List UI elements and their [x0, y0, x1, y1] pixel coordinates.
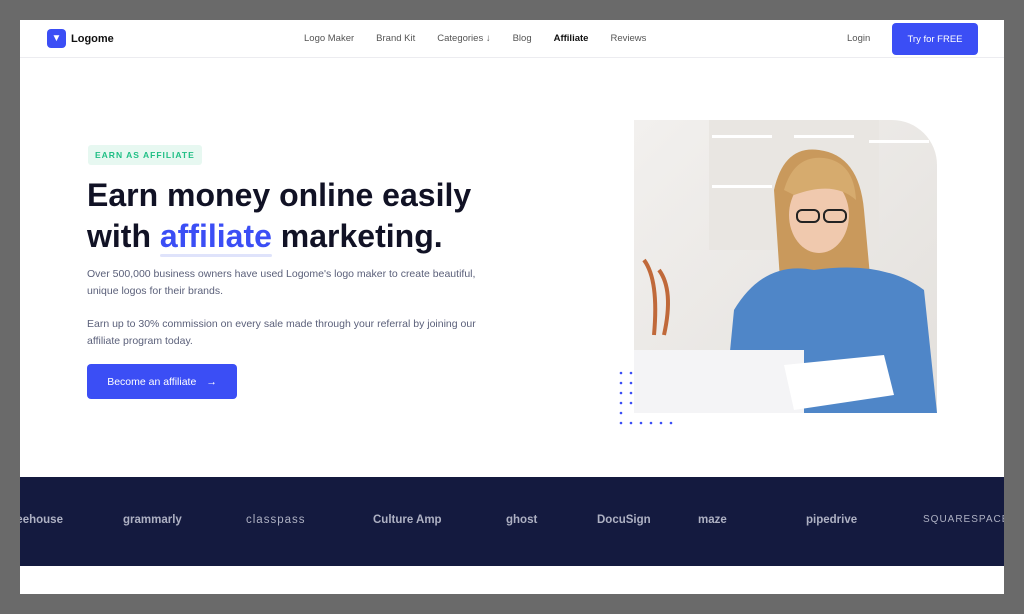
hero-photo: [634, 120, 937, 413]
title-highlight: affiliate: [159, 218, 272, 254]
logo-icon: ▼: [47, 29, 66, 48]
brand-treehouse: treehouse: [20, 514, 63, 526]
brand-classpass: classpass: [246, 514, 306, 526]
header: ▼ Logome Logo Maker Brand Kit Categories…: [20, 20, 1004, 58]
nav-logo-maker[interactable]: Logo Maker: [304, 33, 354, 44]
become-affiliate-button[interactable]: Become an affiliate →: [87, 364, 237, 399]
logo[interactable]: ▼ Logome: [47, 29, 114, 48]
arrow-right-icon: →: [206, 375, 217, 388]
nav-categories[interactable]: Categories ↓: [437, 33, 490, 44]
title-marketing: marketing.: [271, 218, 443, 254]
brand-culture-amp: Culture Amp: [373, 514, 442, 526]
nav-affiliate[interactable]: Affiliate: [554, 33, 589, 44]
hero-paragraph-2: Earn up to 30% commission on every sale …: [87, 318, 476, 347]
title-line-1: Earn money online easily: [87, 177, 472, 213]
login-link[interactable]: Login: [847, 33, 870, 44]
brand-ghost: ghost: [506, 514, 538, 526]
brand-grammarly: grammarly: [123, 514, 182, 526]
brand-logos: treehouse grammarly classpass Culture Am…: [20, 514, 1004, 526]
cta-label: Become an affiliate: [107, 375, 197, 388]
nav: Logo Maker Brand Kit Categories ↓ Blog A…: [304, 33, 646, 44]
try-free-button[interactable]: Try for FREE: [892, 23, 978, 55]
nav-brand-kit[interactable]: Brand Kit: [376, 33, 415, 44]
brand-logos-band: treehouse grammarly classpass Culture Am…: [20, 477, 1004, 566]
nav-blog[interactable]: Blog: [513, 33, 532, 44]
hero-paragraph-1: Over 500,000 business owners have used L…: [87, 268, 476, 297]
nav-reviews[interactable]: Reviews: [610, 33, 646, 44]
logo-text: Logome: [71, 32, 114, 45]
page: ▼ Logome Logo Maker Brand Kit Categories…: [20, 20, 1004, 594]
brand-pipedrive: pipedrive: [806, 514, 858, 526]
brand-maze: maze: [698, 514, 727, 526]
brand-docusign: DocuSign: [597, 514, 651, 526]
title-with: with: [87, 218, 160, 254]
hero-title: Earn money online easily with affiliate …: [87, 175, 507, 257]
brand-squarespace: SQUARESPACE: [923, 514, 1004, 525]
earn-badge: EARN AS AFFILIATE: [88, 145, 202, 165]
